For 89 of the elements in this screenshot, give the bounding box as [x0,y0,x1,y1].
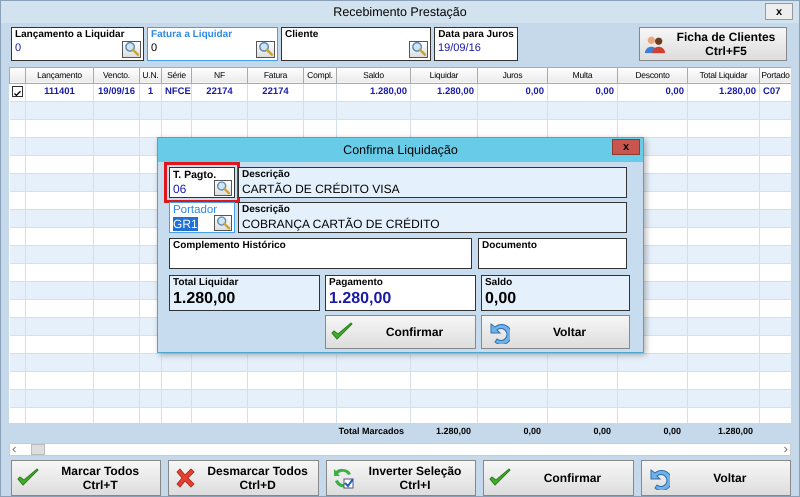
close-button[interactable]: x [612,139,640,155]
table-cell: 22174 [262,86,289,98]
field-label: Documento [482,240,538,252]
text-field[interactable]: Documento [478,238,627,269]
field-label: Fatura a Liquidar [151,28,234,41]
column-header[interactable]: Série [162,67,192,84]
column-header[interactable]: Portado [760,67,791,84]
field-value: COBRANÇA CARTÃO DE CRÉDITO [242,216,441,232]
total-value: 1.280,00 [716,425,754,438]
column-header[interactable]: Compl. [304,67,336,84]
field-label: Portador [173,204,218,216]
code-field[interactable]: Portador GR1 [169,202,235,233]
total-value: 0,00 [522,425,542,438]
row-checkbox[interactable] [12,86,22,98]
column-header[interactable]: NF [192,67,248,84]
text-field[interactable]: Complemento Histórico [169,238,472,269]
search-icon [410,40,427,58]
column-header[interactable]: Multa [548,67,618,84]
table-cell: 1.280,00 [437,86,474,98]
field-label: Complemento Histórico [173,240,287,252]
lookup-field[interactable]: Cliente [281,26,431,61]
table-cell: 0,00 [596,86,614,98]
column-header[interactable]: Total Liquidar [688,67,760,84]
dialog-button[interactable]: Confirmar [325,315,476,349]
total-value: 0,00 [662,425,682,438]
field-label: T. Pagto. [173,169,218,181]
action-button[interactable]: Voltar [640,460,792,496]
table-cell: 22174 [206,86,233,98]
search-icon [215,214,231,232]
field-label: Total Liquidar [173,277,240,289]
lookup-button[interactable] [214,215,232,231]
field-value: 1.280,00 [329,289,392,309]
dialog-button[interactable]: Voltar [481,315,630,349]
search-icon [215,179,231,197]
action-button[interactable]: Confirmar [483,460,634,496]
action-button[interactable]: Marcar Todos Ctrl+T [11,460,162,496]
search-icon [123,40,140,58]
table-cell: C07 [763,86,780,98]
window-title: Recebimento Prestação [333,4,467,21]
lookup-button[interactable] [409,40,428,58]
table-cell: 1.280,00 [719,86,756,98]
table-cell: 0,00 [526,86,544,98]
field-label: Cliente [285,28,320,41]
lookup-button[interactable] [256,40,275,58]
field-label: Lançamento a Liquidar [15,28,126,41]
column-header[interactable]: Lançamento [26,67,94,84]
table-cell: 1.280,00 [370,86,407,98]
totals-label: Total Marcados [338,425,405,438]
column-header[interactable]: Desconto [618,67,688,84]
field-label: Descrição [242,169,291,181]
table-cell: NFCE [165,86,191,98]
field-value: 0 [151,40,158,55]
total-value: 1.280,00 [434,425,472,438]
lookup-field[interactable]: Fatura a Liquidar 0 [147,26,278,61]
field-label: Descrição [242,204,291,216]
date-field[interactable]: Data para Juros 19/09/16 [434,26,518,61]
table-cell: 1 [148,86,154,98]
lookup-field[interactable]: Lançamento a Liquidar 0 [11,26,144,61]
field-value: CARTÃO DE CRÉDITO VISA [242,181,401,197]
field-value: 19/09/16 [438,40,481,55]
action-button[interactable]: Inverter Seleção Ctrl+I [326,460,476,496]
field-value: 0 [15,40,22,55]
field-label: Data para Juros [438,28,514,41]
close-button[interactable]: x [765,3,793,20]
column-header[interactable]: Liquidar [410,67,478,84]
field-value: 0,00 [485,289,518,309]
lookup-button[interactable] [122,40,141,58]
column-header[interactable]: Fatura [248,67,304,84]
client-record-button[interactable]: Ficha de Clientes Ctrl+F5 [639,26,787,61]
table-cell: 111401 [44,86,75,98]
horizontal-scrollbar[interactable] [9,443,791,456]
table-cell: 0,00 [666,86,684,98]
column-header[interactable]: U.N. [140,67,162,84]
field-value: GR1 [173,217,198,231]
action-button[interactable]: Desmarcar Todos Ctrl+D [168,460,319,496]
scrollbar-thumb[interactable] [31,444,45,455]
column-header[interactable]: Juros [478,67,548,84]
field-value: 1.280,00 [173,289,236,309]
column-header[interactable]: Vencto. [94,67,140,84]
field-value: 06 [173,182,186,196]
table-cell: 19/09/16 [98,86,135,98]
amount-field[interactable]: Pagamento 1.280,00 [325,275,476,311]
search-icon [257,40,274,58]
dialog-title: Confirma Liquidação [343,142,458,159]
field-label: Saldo [485,277,514,289]
field-label: Pagamento [329,277,384,289]
column-header[interactable]: Saldo [336,67,410,84]
total-value: 0,00 [592,425,612,438]
lookup-button[interactable] [214,180,232,196]
